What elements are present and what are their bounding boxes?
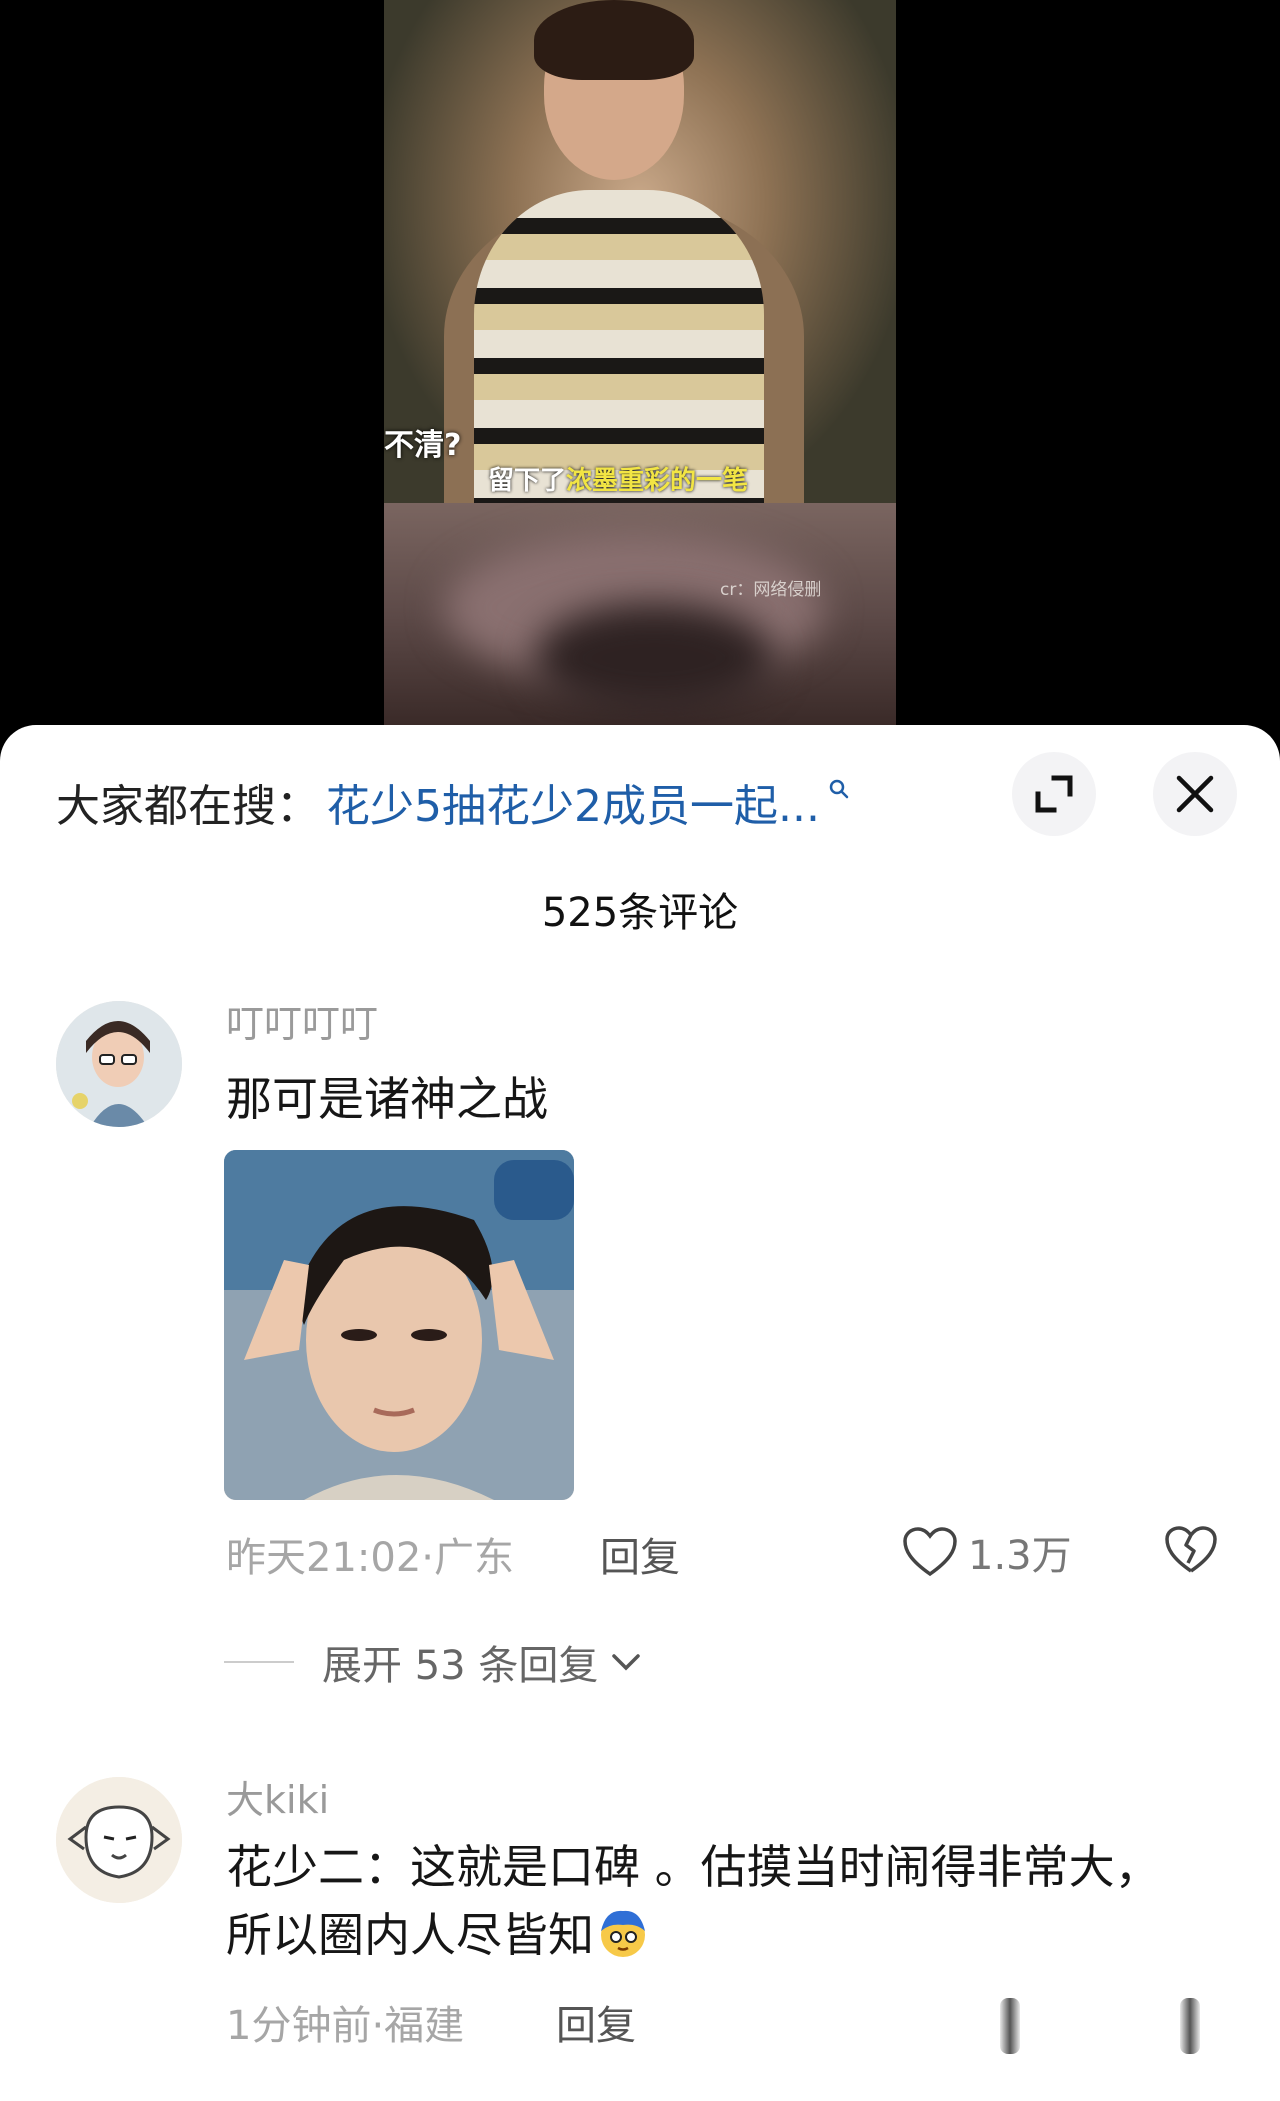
blur-shape [534, 603, 774, 713]
like-count: 1.3万 [968, 1533, 1072, 1579]
comment-text: 花少二：这就是口碑 。估摸当时闹得非常大，所以圈内人尽皆知 [226, 1833, 1206, 1969]
divider-line [224, 1661, 294, 1663]
comment-text: 那可是诸神之战 [226, 1072, 548, 1126]
video-player[interactable]: 不清? 留下了浓墨重彩的一笔 cr：网络侵删 [0, 0, 1280, 760]
avatar[interactable] [56, 1001, 182, 1127]
avatar[interactable] [56, 1777, 182, 1903]
expand-fullscreen-button[interactable] [1012, 752, 1096, 836]
comment-username[interactable]: 大kiki [226, 1769, 329, 1824]
reply-button[interactable]: 回复 [600, 1525, 680, 1583]
comment-sheet: 大家都在搜： 花少5抽花少2成员一起... 525条评论 叮叮叮叮 那可是诸神之… [0, 725, 1280, 2101]
avatar-image [56, 1001, 182, 1127]
search-icon[interactable] [828, 778, 850, 800]
video-still-bottom [384, 503, 896, 725]
subtitle-yellow: 浓墨重彩的一笔 [566, 466, 749, 496]
close-icon [1176, 775, 1214, 813]
scroll-indicator-left [1000, 1998, 1020, 2054]
avatar-image [56, 1777, 182, 1903]
subtitle-white: 留下了 [488, 466, 567, 496]
search-query-link[interactable]: 花少5抽花少2成员一起... [326, 770, 820, 834]
comment-count: 525条评论 [541, 890, 739, 936]
chevron-down-icon [612, 1654, 641, 1671]
search-prefix: 大家都在搜： [56, 781, 320, 832]
video-still-top: 不清? 留下了浓墨重彩的一笔 [384, 0, 896, 503]
person-hair [534, 0, 694, 80]
close-button[interactable] [1153, 752, 1237, 836]
reply-button[interactable]: 回复 [556, 1993, 636, 2051]
expand-replies-label: 展开 53 条回复 [322, 1643, 599, 1689]
trending-search-bar[interactable]: 大家都在搜： 花少5抽花少2成员一起... [56, 767, 850, 837]
broken-heart-icon [1165, 1526, 1217, 1573]
like-button[interactable]: 1.3万 [902, 1523, 1072, 1581]
video-frame[interactable]: 不清? 留下了浓墨重彩的一笔 cr：网络侵删 [384, 0, 896, 725]
subtitle-left: 不清? [384, 428, 462, 463]
comment-username[interactable]: 叮叮叮叮 [226, 993, 378, 1048]
expand-icon [1035, 775, 1073, 813]
person-sweater [474, 190, 764, 503]
comment-photo [224, 1150, 574, 1500]
dislike-button[interactable] [1164, 1525, 1218, 1579]
heart-icon [903, 1527, 957, 1577]
expand-replies-button[interactable]: 展开 53 条回复 [224, 1633, 644, 1691]
comment-meta-time: 1分钟前·福建 [226, 2003, 465, 2049]
emoji-icon [601, 1910, 645, 1957]
comment-image[interactable] [224, 1150, 574, 1500]
comment-text-content: 花少二：这就是口碑 。估摸当时闹得非常大，所以圈内人尽皆知 [226, 1840, 1161, 1962]
subtitle-main: 留下了浓墨重彩的一笔 [488, 460, 748, 497]
video-credit: cr：网络侵删 [720, 580, 822, 600]
comment-meta-time: 昨天21:02·广东 [226, 1535, 514, 1581]
scroll-indicator-right [1180, 1998, 1200, 2054]
